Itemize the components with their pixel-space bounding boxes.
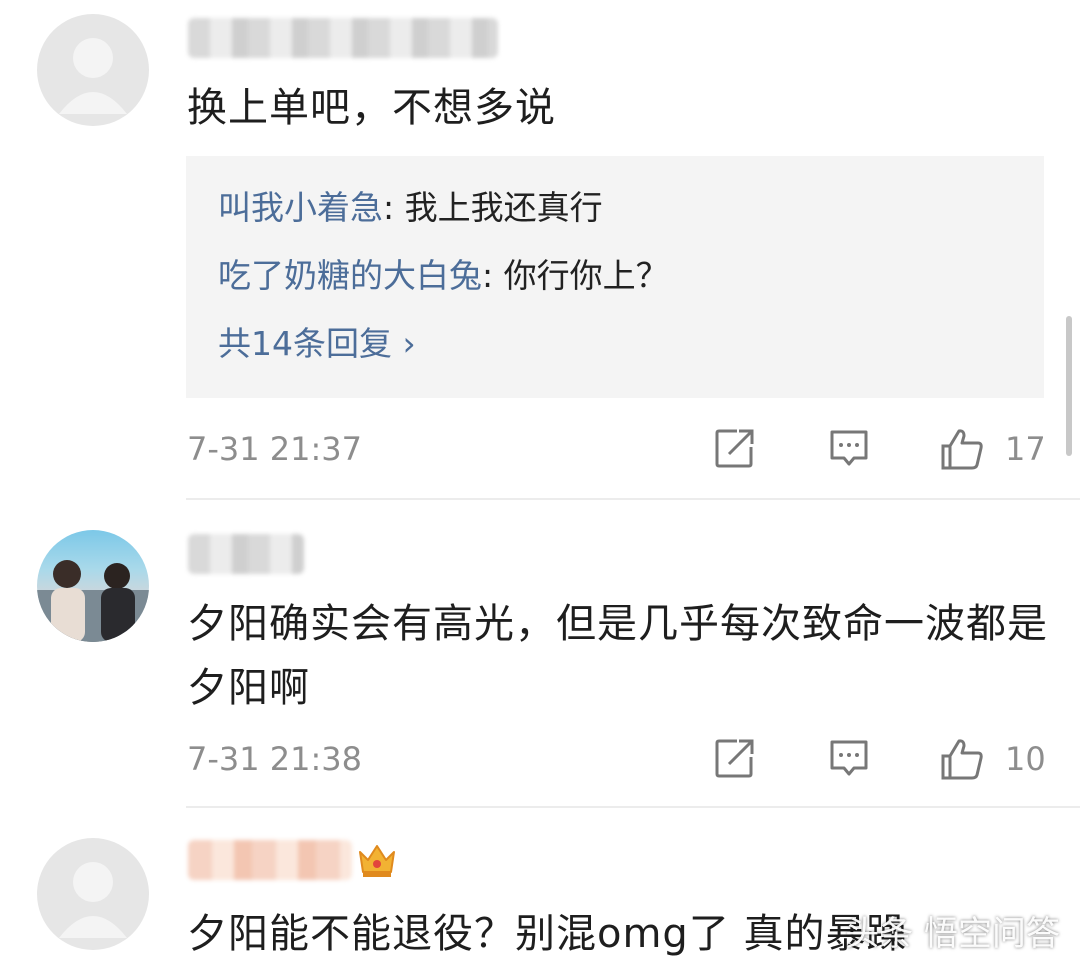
like-count: 10: [1005, 740, 1046, 778]
reply-username[interactable]: 吃了奶糖的大白兔: [218, 256, 482, 295]
user-avatar[interactable]: [37, 838, 149, 950]
reply-text: 你行你上？: [503, 256, 669, 295]
thumbs-up-icon[interactable]: [939, 426, 985, 476]
crown-badge-icon: [356, 838, 398, 880]
reply-item[interactable]: 吃了奶糖的大白兔: 你行你上？: [218, 254, 669, 298]
reply-username[interactable]: 叫我小着急: [218, 188, 383, 227]
share-icon[interactable]: [713, 426, 757, 474]
comment-icon[interactable]: [827, 426, 871, 474]
comment-time: 7-31 21:37: [187, 430, 363, 468]
photo-avatar-icon: [37, 560, 149, 642]
watermark: 头条 悟空问答: [845, 914, 1060, 954]
comment-text: 夕阳确实会有高光，但是几乎每次致命一波都是夕阳啊: [187, 601, 1048, 711]
comment-divider: [186, 498, 1080, 500]
comment-time: 7-31 21:38: [187, 740, 363, 778]
comment-text: 换上单吧，不想多说: [187, 85, 556, 131]
view-more-replies-link[interactable]: 共14条回复 ›: [218, 322, 416, 366]
comment-icon[interactable]: [827, 736, 871, 784]
comment-divider: [186, 806, 1080, 808]
reply-separator: :: [383, 188, 405, 227]
share-icon[interactable]: [713, 736, 757, 784]
like-count: 17: [1005, 430, 1046, 468]
user-avatar[interactable]: [37, 530, 149, 642]
blurred-username[interactable]: [188, 18, 498, 58]
default-avatar-icon: [59, 38, 127, 114]
thumbs-up-icon[interactable]: [939, 736, 985, 786]
comment-meta-row: 7-31 21:37 17: [187, 426, 1047, 476]
user-avatar[interactable]: [37, 14, 149, 126]
reply-text: 我上我还真行: [404, 188, 603, 227]
reply-separator: :: [482, 256, 504, 295]
reply-preview-box[interactable]: 叫我小着急: 我上我还真行 吃了奶糖的大白兔: 你行你上？ 共14条回复 ›: [186, 156, 1044, 398]
scrollbar[interactable]: [1066, 316, 1072, 456]
reply-item[interactable]: 叫我小着急: 我上我还真行: [218, 186, 603, 230]
blurred-username[interactable]: [188, 840, 352, 880]
blurred-username[interactable]: [188, 534, 304, 574]
comment-meta-row: 7-31 21:38 10: [187, 736, 1047, 786]
default-avatar-icon: [59, 862, 127, 938]
